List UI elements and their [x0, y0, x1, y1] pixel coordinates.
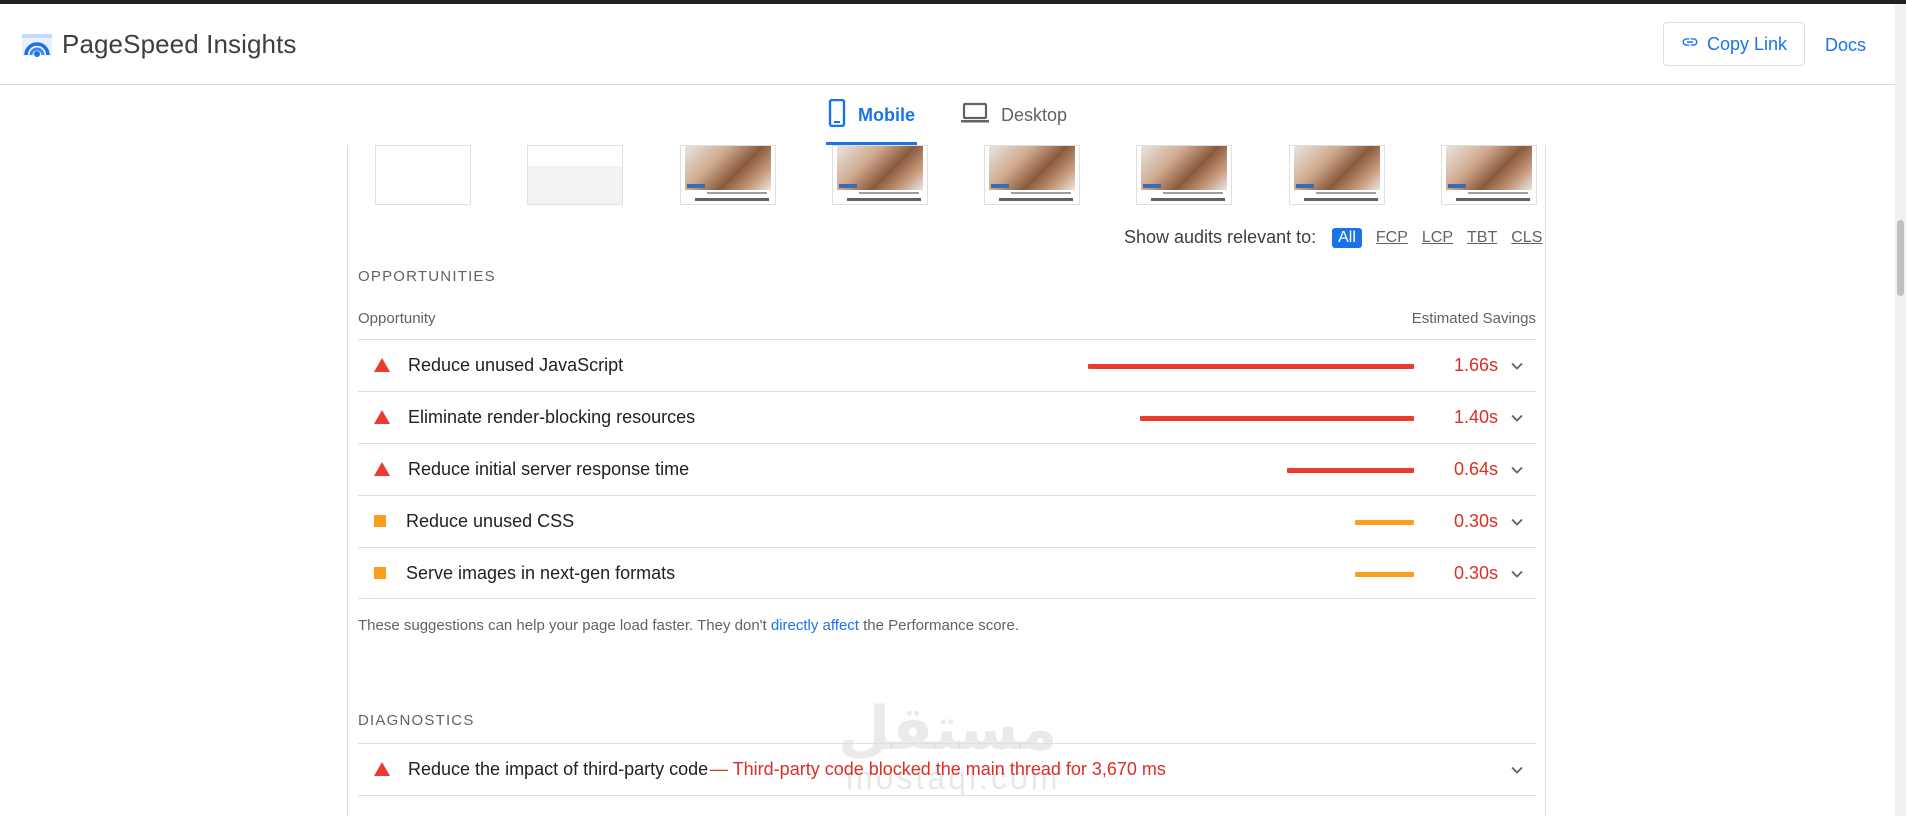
- audit-savings: 0.30s: [1453, 563, 1498, 583]
- tab-desktop[interactable]: Desktop: [961, 85, 1067, 145]
- audit-row[interactable]: Reduce unused JavaScript 1.66s: [358, 339, 1536, 391]
- average-square-icon: [374, 566, 386, 579]
- opportunities-note: These suggestions can help your page loa…: [358, 617, 1019, 634]
- audit-title: Reduce unused CSS: [406, 511, 575, 531]
- audit-row[interactable]: Reduce initial server response time 0.64…: [358, 443, 1536, 495]
- opportunity-column-label: Opportunity: [358, 310, 436, 327]
- audit-title: Serve images in next-gen formats: [406, 563, 676, 583]
- copy-link-label: Copy Link: [1706, 33, 1788, 54]
- filter-chip-tbt[interactable]: TBT: [1467, 229, 1497, 247]
- audit-row[interactable]: Serve images in next-gen formats 0.30s: [358, 547, 1536, 599]
- fail-triangle-icon: [374, 358, 390, 372]
- chevron-down-icon[interactable]: [1510, 567, 1524, 586]
- savings-column-label: Estimated Savings: [1411, 310, 1536, 327]
- audit-savings: 1.40s: [1453, 407, 1498, 427]
- filmstrip-frame: [1289, 145, 1385, 205]
- audit-title: Eliminate render-blocking resources: [408, 407, 696, 427]
- copy-link-button[interactable]: Copy Link: [1663, 22, 1805, 66]
- filter-chip-lcp[interactable]: LCP: [1422, 229, 1453, 247]
- opportunities-column-headers: Opportunity Estimated Savings: [358, 310, 1536, 327]
- filter-chip-all[interactable]: All: [1332, 227, 1362, 248]
- savings-bar: [1140, 416, 1414, 421]
- audit-savings: 0.64s: [1453, 459, 1498, 479]
- diagnostic-title: Reduce the impact of third-party code: [408, 759, 709, 779]
- savings-bar: [1287, 468, 1414, 473]
- savings-bar: [1355, 572, 1414, 577]
- diagnostic-detail: — Third-party code blocked the main thre…: [710, 759, 1166, 779]
- filmstrip-frame: [680, 145, 776, 205]
- tab-desktop-label: Desktop: [1001, 104, 1068, 125]
- app-header: PageSpeed Insights Copy Link Docs: [0, 4, 1895, 85]
- filmstrip-frame: [1136, 145, 1232, 205]
- scrollbar-thumb[interactable]: [1897, 220, 1904, 296]
- chevron-down-icon[interactable]: [1510, 411, 1524, 430]
- average-square-icon: [374, 514, 386, 527]
- pagespeed-logo-icon[interactable]: [20, 28, 54, 62]
- fail-triangle-icon: [374, 410, 390, 424]
- opportunities-heading: OPPORTUNITIES: [358, 268, 496, 285]
- tab-mobile[interactable]: Mobile: [826, 85, 917, 145]
- device-tabs: Mobile Desktop: [0, 85, 1895, 145]
- note-text-after: the Performance score.: [858, 617, 1020, 634]
- note-text-before: These suggestions can help your page loa…: [358, 617, 771, 634]
- audit-savings: 0.30s: [1453, 511, 1498, 531]
- filter-chip-fcp[interactable]: FCP: [1376, 229, 1408, 247]
- diagnostic-row[interactable]: Reduce the impact of third-party code — …: [358, 743, 1536, 796]
- opportunities-list: Reduce unused JavaScript 1.66s Eliminate…: [358, 339, 1536, 599]
- diagnostics-heading: DIAGNOSTICS: [358, 712, 475, 729]
- filmstrip-frame: [1441, 145, 1537, 205]
- filmstrip-frame: [984, 145, 1080, 205]
- page-scrollbar[interactable]: [1895, 4, 1906, 816]
- link-icon: [1681, 33, 1699, 56]
- audit-filter-label: Show audits relevant to:: [1124, 227, 1317, 247]
- filmstrip-frame: [832, 145, 928, 205]
- savings-bar: [1355, 520, 1414, 525]
- chevron-down-icon[interactable]: [1510, 515, 1524, 534]
- chevron-down-icon[interactable]: [1510, 763, 1524, 782]
- savings-bar: [1088, 364, 1414, 369]
- audit-savings: 1.66s: [1453, 355, 1498, 375]
- audit-row[interactable]: Eliminate render-blocking resources 1.40…: [358, 391, 1536, 443]
- filmstrip-frame: [375, 145, 471, 205]
- chevron-down-icon[interactable]: [1510, 359, 1524, 378]
- audit-title: Reduce initial server response time: [408, 459, 690, 479]
- chevron-down-icon[interactable]: [1510, 463, 1524, 482]
- filter-chip-cls[interactable]: CLS: [1511, 229, 1542, 247]
- laptop-icon: [961, 102, 989, 129]
- fail-triangle-icon: [374, 762, 390, 776]
- audit-filter: Show audits relevant to: All FCP LCP TBT…: [1124, 227, 1556, 248]
- directly-affect-link[interactable]: directly affect: [771, 617, 859, 634]
- filmstrip-frame: [527, 145, 623, 205]
- tab-mobile-label: Mobile: [858, 104, 915, 125]
- audit-row[interactable]: Reduce unused CSS 0.30s: [358, 495, 1536, 547]
- app-title[interactable]: PageSpeed Insights: [62, 29, 297, 60]
- smartphone-icon: [828, 98, 846, 132]
- docs-link[interactable]: Docs: [1825, 35, 1866, 56]
- audit-title: Reduce unused JavaScript: [408, 355, 624, 375]
- fail-triangle-icon: [374, 462, 390, 476]
